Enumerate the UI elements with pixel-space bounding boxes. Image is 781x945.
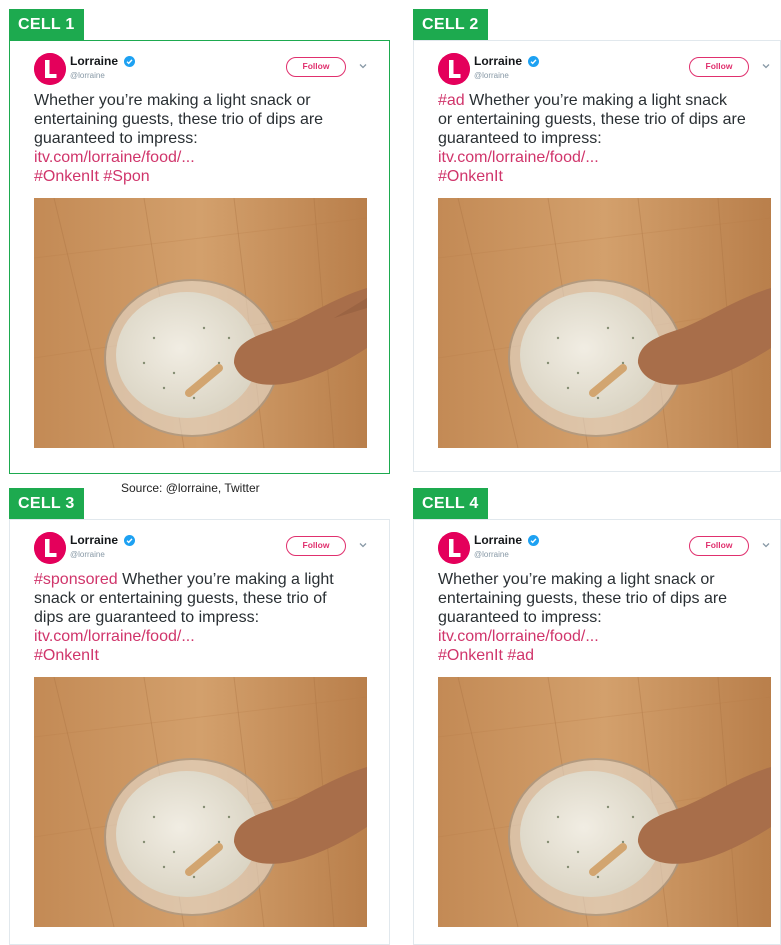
tweet-header: Lorraine @lorraine Follow bbox=[34, 53, 381, 89]
chevron-down-icon[interactable] bbox=[761, 61, 771, 71]
tweet-card-cell-1[interactable]: Lorraine @lorraine Follow Whether you’re… bbox=[9, 40, 390, 474]
lorraine-logo-icon bbox=[34, 532, 66, 564]
tweet-media-image[interactable] bbox=[438, 677, 771, 927]
tweet-header: Lorraine @lorraine Follow bbox=[438, 53, 772, 89]
tweet-text-line: entertaining guests, these trio of dips … bbox=[438, 590, 728, 607]
author-handle[interactable]: @lorraine bbox=[474, 550, 509, 559]
tweet-media-image[interactable] bbox=[438, 198, 771, 448]
verified-badge-icon bbox=[528, 56, 540, 67]
verified-badge-icon bbox=[528, 535, 540, 546]
author-name-row[interactable]: Lorraine bbox=[70, 54, 136, 68]
author-name-row[interactable]: Lorraine bbox=[474, 533, 540, 547]
tweet-text-line: Whether you’re making a light snack or bbox=[438, 571, 715, 588]
lorraine-logo-icon bbox=[438, 53, 470, 85]
tweet-text: Whether you’re making a light snack or e… bbox=[438, 570, 778, 665]
tweet-text: #sponsored Whether you’re making a light… bbox=[34, 570, 374, 665]
tweet-text-line: snack or entertaining guests, these trio… bbox=[34, 590, 327, 607]
author-handle[interactable]: @lorraine bbox=[70, 550, 105, 559]
author-name[interactable]: Lorraine bbox=[474, 54, 522, 68]
hashtags-link[interactable]: #OnkenIt #ad bbox=[438, 646, 778, 665]
video-thumbnail-icon bbox=[34, 198, 367, 448]
avatar[interactable] bbox=[438, 53, 470, 85]
tweet-text-line: guaranteed to impress: bbox=[34, 130, 198, 147]
tweet-media-image[interactable] bbox=[34, 677, 367, 927]
author-name[interactable]: Lorraine bbox=[70, 533, 118, 547]
tweet-text-line: Whether you’re making a light snack or bbox=[34, 92, 311, 109]
author-name[interactable]: Lorraine bbox=[474, 533, 522, 547]
lorraine-logo-icon bbox=[34, 53, 66, 85]
video-thumbnail-icon bbox=[438, 198, 771, 448]
hashtags-link[interactable]: #OnkenIt bbox=[34, 646, 374, 665]
author-handle[interactable]: @lorraine bbox=[70, 71, 105, 80]
article-link[interactable]: itv.com/lorraine/food/... bbox=[34, 148, 374, 167]
article-link[interactable]: itv.com/lorraine/food/... bbox=[34, 627, 374, 646]
tweet-media-image[interactable] bbox=[34, 198, 367, 448]
cell-4-tag: CELL 4 bbox=[413, 488, 488, 520]
tweet-text-line: or entertaining guests, these trio of di… bbox=[438, 111, 746, 128]
author-name-row[interactable]: Lorraine bbox=[70, 533, 136, 547]
tweet-card-cell-2[interactable]: Lorraine @lorraine Follow #ad Whether yo… bbox=[413, 40, 781, 472]
tweet-header: Lorraine @lorraine Follow bbox=[34, 532, 381, 568]
author-name-row[interactable]: Lorraine bbox=[474, 54, 540, 68]
tweet-text-line: dips are guaranteed to impress: bbox=[34, 609, 260, 626]
author-name[interactable]: Lorraine bbox=[70, 54, 118, 68]
tweet-text-segment: Whether you’re making a light bbox=[117, 571, 334, 588]
verified-badge-icon bbox=[124, 56, 136, 67]
tweet-card-cell-4[interactable]: Lorraine @lorraine Follow Whether you’re… bbox=[413, 519, 781, 945]
video-thumbnail-icon bbox=[438, 677, 771, 927]
avatar[interactable] bbox=[34, 53, 66, 85]
hashtags-link[interactable]: #OnkenIt #Spon bbox=[34, 167, 374, 186]
tweet-text-line: #ad Whether you’re making a light snack bbox=[438, 91, 778, 110]
ad-hashtag-link[interactable]: #ad bbox=[438, 92, 465, 109]
hashtags-link[interactable]: #OnkenIt bbox=[438, 167, 778, 186]
video-thumbnail-icon bbox=[34, 677, 367, 927]
tweet-text-segment: Whether you’re making a light snack bbox=[464, 92, 728, 109]
follow-button[interactable]: Follow bbox=[689, 57, 749, 77]
author-handle[interactable]: @lorraine bbox=[474, 71, 509, 80]
avatar[interactable] bbox=[438, 532, 470, 564]
tweet-text-line: entertaining guests, these trio of dips … bbox=[34, 111, 324, 128]
article-link[interactable]: itv.com/lorraine/food/... bbox=[438, 148, 778, 167]
tweet-text-line: #sponsored Whether you’re making a light bbox=[34, 570, 374, 589]
verified-badge-icon bbox=[124, 535, 136, 546]
follow-button[interactable]: Follow bbox=[286, 536, 346, 556]
tweet-text: Whether you’re making a light snack or e… bbox=[34, 91, 374, 186]
avatar[interactable] bbox=[34, 532, 66, 564]
lorraine-logo-icon bbox=[438, 532, 470, 564]
cell-1-tag: CELL 1 bbox=[9, 9, 84, 41]
chevron-down-icon[interactable] bbox=[358, 61, 368, 71]
source-caption: Source: @lorraine, Twitter bbox=[121, 481, 260, 495]
tweet-text-line: guaranteed to impress: bbox=[438, 609, 602, 626]
chevron-down-icon[interactable] bbox=[358, 540, 368, 550]
follow-button[interactable]: Follow bbox=[286, 57, 346, 77]
tweet-card-cell-3[interactable]: Lorraine @lorraine Follow #sponsored Whe… bbox=[9, 519, 390, 945]
cell-3-tag: CELL 3 bbox=[9, 488, 84, 520]
sponsored-hashtag-link[interactable]: #sponsored bbox=[34, 571, 118, 588]
tweet-text: #ad Whether you’re making a light snack … bbox=[438, 91, 778, 186]
tweet-header: Lorraine @lorraine Follow bbox=[438, 532, 772, 568]
article-link[interactable]: itv.com/lorraine/food/... bbox=[438, 627, 778, 646]
tweet-text-line: guaranteed to impress: bbox=[438, 130, 602, 147]
follow-button[interactable]: Follow bbox=[689, 536, 749, 556]
cell-2-tag: CELL 2 bbox=[413, 9, 488, 41]
chevron-down-icon[interactable] bbox=[761, 540, 771, 550]
